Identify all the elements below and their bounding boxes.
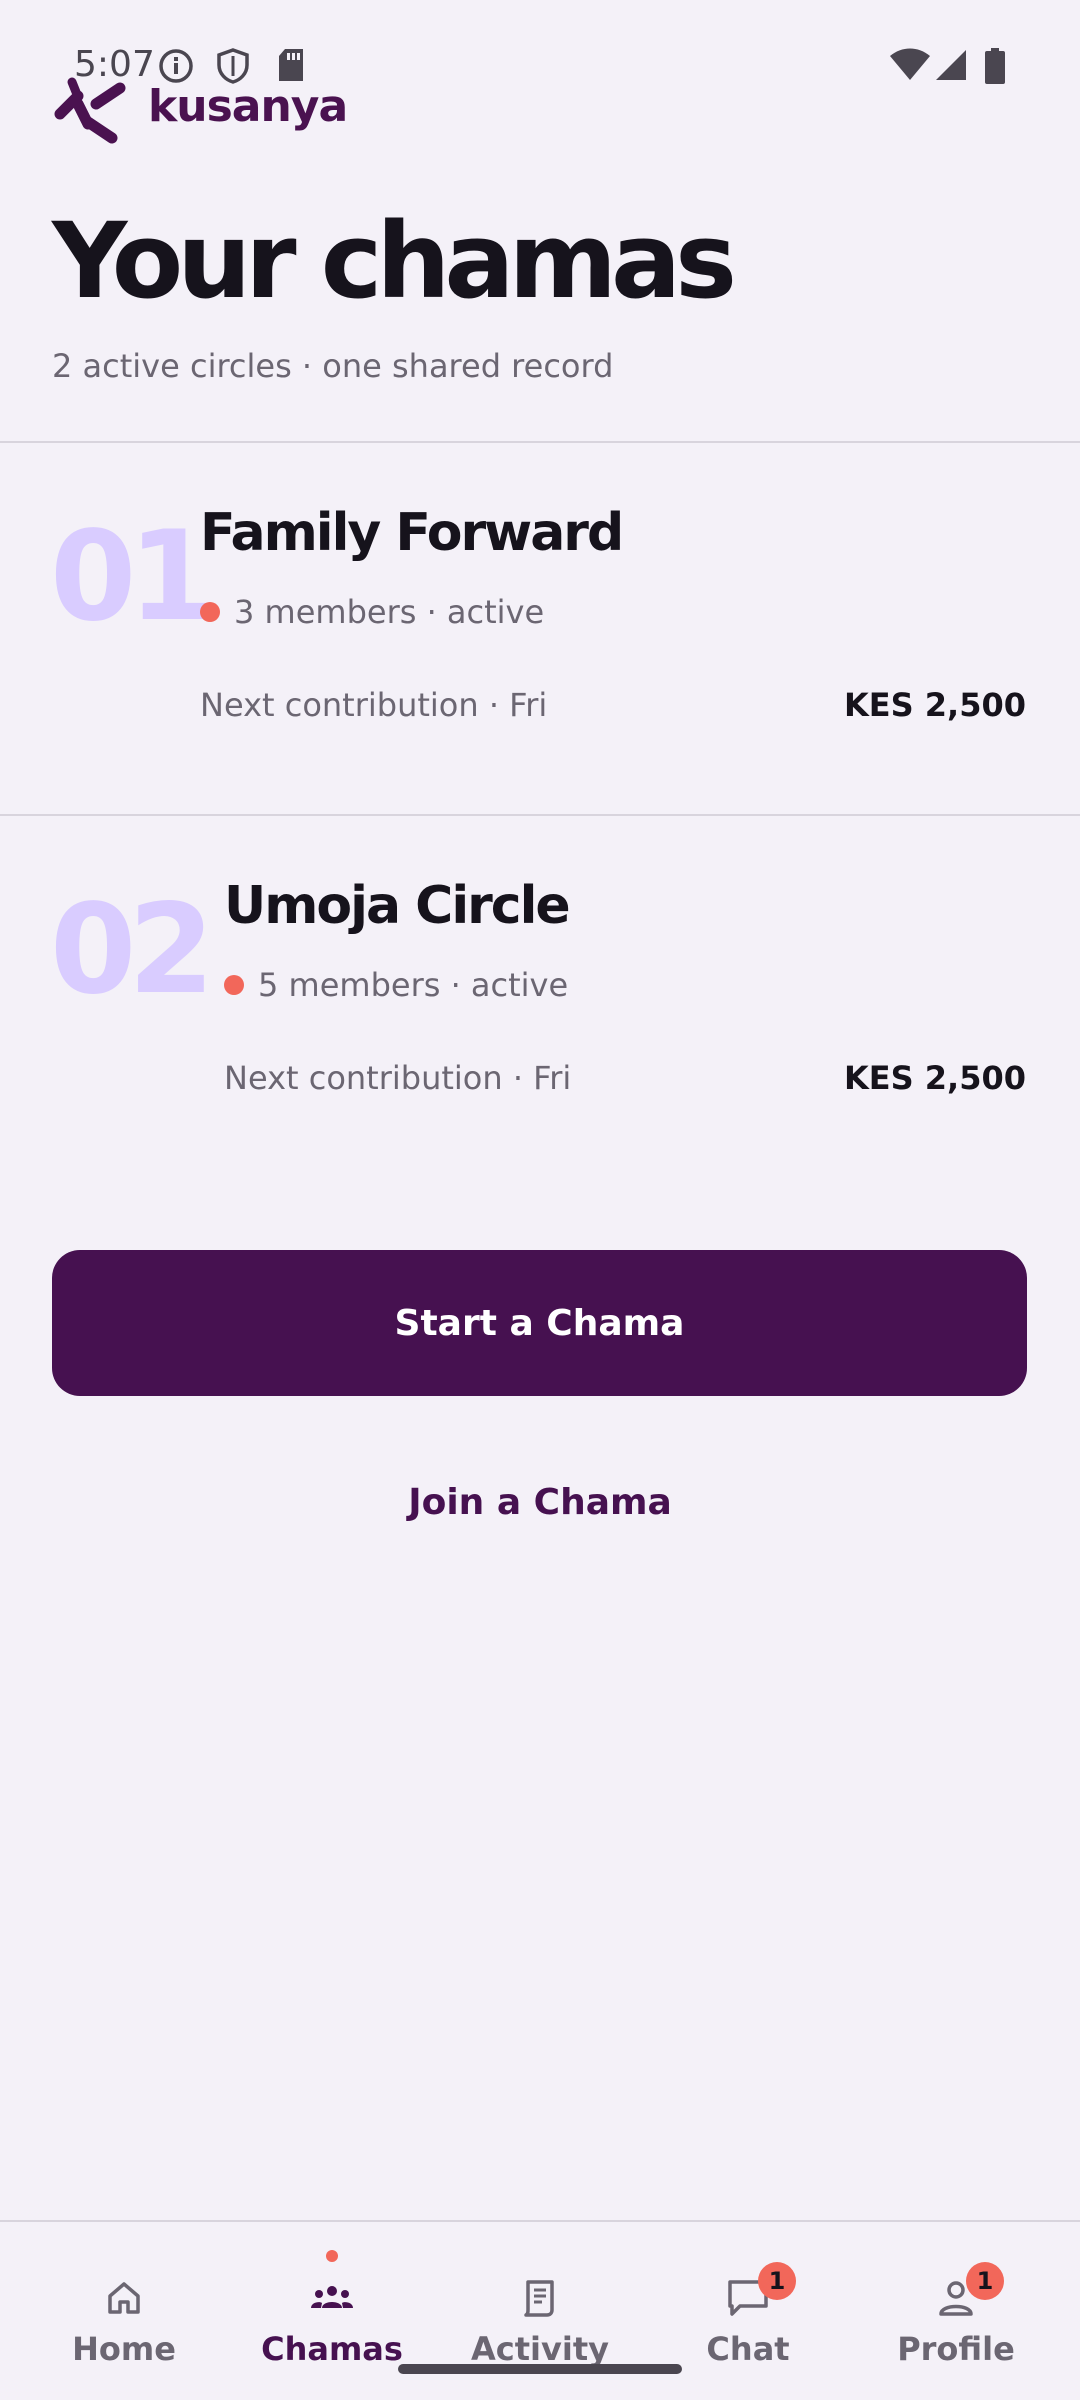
chama-meta: 3 members · active	[200, 593, 544, 631]
nav-label: Chamas	[261, 2330, 403, 2368]
receipt-icon	[524, 2280, 554, 2317]
notification-badge: 1	[966, 2262, 1004, 2300]
page-title: Your chamas	[52, 200, 737, 322]
join-chama-button[interactable]: Join a Chama	[0, 1470, 1080, 1534]
status-dot	[224, 975, 244, 995]
nav-item-home[interactable]: Home	[16, 2222, 232, 2400]
chama-card[interactable]: 02 Umoja Circle 5 members · active Next …	[0, 816, 1080, 1188]
chama-card[interactable]: 01 Family Forward 3 members · active Nex…	[0, 443, 1080, 815]
kusanya-logo-icon	[54, 77, 126, 144]
chama-meta-text: 3 members · active	[234, 593, 545, 631]
page-subtitle: 2 active circles · one shared record	[52, 347, 614, 385]
notification-badge: 1	[758, 2262, 796, 2300]
active-indicator	[326, 2250, 338, 2262]
signal-icon	[934, 48, 968, 82]
next-contribution: Next contribution · Fri	[200, 686, 548, 724]
chama-meta-text: 5 members · active	[258, 966, 569, 1004]
chama-number: 01	[50, 505, 215, 649]
battery-icon	[984, 48, 1006, 84]
nav-label: Home	[72, 2330, 176, 2368]
group-icon	[311, 2286, 353, 2308]
nav-label: Chat	[706, 2330, 790, 2368]
nav-label: Activity	[471, 2330, 609, 2368]
app-logo: kusanya	[54, 70, 348, 150]
chama-meta: 5 members · active	[224, 966, 568, 1004]
contribution-amount: KES 2,500	[843, 1059, 1026, 1097]
status-dot	[200, 602, 220, 622]
home-indicator[interactable]	[398, 2364, 682, 2374]
contribution-amount: KES 2,500	[843, 686, 1026, 724]
logo-text: kusanya	[148, 80, 348, 132]
chama-name: Family Forward	[200, 503, 624, 563]
nav-label: Profile	[897, 2330, 1015, 2368]
next-contribution: Next contribution · Fri	[224, 1059, 572, 1097]
home-icon	[108, 2282, 140, 2314]
chama-name: Umoja Circle	[224, 876, 571, 936]
start-chama-button[interactable]: Start a Chama	[52, 1250, 1027, 1396]
nav-item-profile[interactable]: 1 Profile	[848, 2222, 1064, 2400]
wifi-icon	[890, 48, 930, 80]
chama-number: 02	[50, 878, 215, 1022]
